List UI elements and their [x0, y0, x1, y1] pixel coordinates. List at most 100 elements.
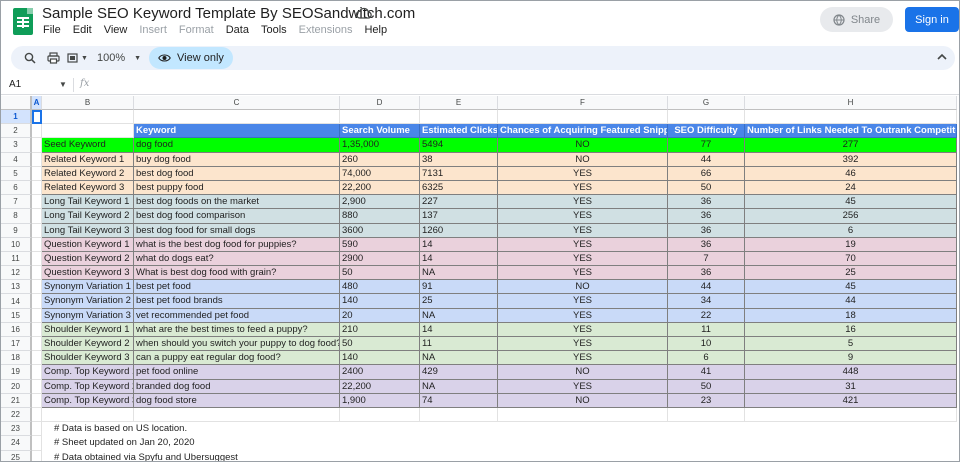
data-cell[interactable]: what are the best times to feed a puppy? [134, 322, 340, 337]
data-cell[interactable]: 7 [668, 251, 745, 267]
data-cell[interactable]: buy dog food [134, 152, 340, 167]
row-header[interactable]: 22 [1, 407, 32, 423]
search-menus-button[interactable] [24, 50, 36, 66]
data-cell[interactable]: 590 [340, 237, 420, 252]
data-cell[interactable]: 20 [340, 308, 420, 323]
data-cell[interactable]: YES [498, 351, 668, 366]
row-header[interactable]: 19 [1, 365, 32, 380]
cell-a[interactable] [32, 365, 42, 380]
data-cell[interactable]: best pet food brands [134, 294, 340, 309]
data-cell[interactable]: 41 [668, 365, 745, 380]
data-cell[interactable]: 50 [668, 379, 745, 394]
empty-cell[interactable] [668, 110, 745, 125]
cell-a[interactable] [32, 450, 42, 461]
data-cell[interactable]: 448 [745, 365, 957, 380]
row-header[interactable]: 17 [1, 337, 32, 352]
data-cell[interactable]: 22 [668, 308, 745, 323]
cell-a[interactable] [32, 308, 42, 323]
data-cell[interactable]: 2400 [340, 365, 420, 380]
data-cell[interactable]: 392 [745, 152, 957, 167]
row-header[interactable]: 1 [1, 110, 32, 125]
data-cell[interactable]: 421 [745, 393, 957, 408]
column-header-h[interactable]: H [745, 96, 957, 110]
data-cell[interactable]: 3600 [340, 223, 420, 238]
collapse-menus-icon[interactable] [936, 51, 948, 63]
data-cell[interactable]: 7131 [420, 166, 498, 181]
empty-cell[interactable] [340, 110, 420, 125]
data-cell[interactable]: Question Keyword 3 [42, 266, 134, 281]
row-header[interactable]: 9 [1, 223, 32, 238]
data-cell[interactable]: 45 [745, 280, 957, 295]
row-header[interactable]: 14 [1, 294, 32, 309]
data-cell[interactable]: best puppy food [134, 180, 340, 196]
data-cell[interactable]: 22,200 [340, 180, 420, 196]
data-cell[interactable]: 50 [340, 266, 420, 281]
data-cell[interactable]: best dog food for small dogs [134, 223, 340, 238]
empty-cell[interactable] [134, 407, 340, 423]
empty-cell[interactable] [498, 407, 668, 423]
data-cell[interactable]: 5 [745, 337, 957, 352]
data-cell[interactable]: YES [498, 308, 668, 323]
data-cell[interactable]: 6325 [420, 180, 498, 196]
data-cell[interactable]: Long Tail Keyword 3 [42, 223, 134, 238]
data-cell[interactable]: Related Keyword 1 [42, 152, 134, 167]
data-cell[interactable]: 36 [668, 195, 745, 210]
data-cell[interactable]: 14 [420, 322, 498, 337]
data-cell[interactable]: NO [498, 365, 668, 380]
data-cell[interactable]: 45 [745, 195, 957, 210]
data-cell[interactable]: 24 [745, 180, 957, 196]
data-cell[interactable]: when should you switch your puppy to dog… [134, 337, 340, 352]
data-cell[interactable]: 44 [668, 152, 745, 167]
data-cell[interactable]: 2900 [340, 251, 420, 267]
empty-cell[interactable] [420, 407, 498, 423]
data-cell[interactable]: NA [420, 379, 498, 394]
cell-a[interactable] [32, 223, 42, 238]
data-cell[interactable]: Related Keyword 3 [42, 180, 134, 196]
data-cell[interactable]: branded dog food [134, 379, 340, 394]
data-cell[interactable]: 50 [668, 180, 745, 196]
data-cell[interactable]: 260 [340, 152, 420, 167]
data-cell[interactable]: 11 [420, 337, 498, 352]
row-header[interactable]: 20 [1, 379, 32, 394]
data-cell[interactable]: best dog foods on the market [134, 195, 340, 210]
row-header[interactable]: 5 [1, 166, 32, 181]
row-header[interactable]: 8 [1, 209, 32, 224]
data-cell[interactable]: YES [498, 337, 668, 352]
name-box[interactable]: A1 [9, 79, 21, 90]
data-cell[interactable]: 210 [340, 322, 420, 337]
data-cell[interactable]: 256 [745, 209, 957, 224]
data-cell[interactable]: 227 [420, 195, 498, 210]
cell-a[interactable] [32, 393, 42, 408]
sign-in-button[interactable]: Sign in [905, 7, 959, 32]
column-title[interactable]: Search Volume [340, 124, 420, 139]
menu-item-help[interactable]: Help [364, 24, 387, 36]
data-cell[interactable]: Synonym Variation 1 [42, 280, 134, 295]
data-cell[interactable]: 18 [745, 308, 957, 323]
empty-cell[interactable] [42, 407, 134, 423]
data-cell[interactable]: 36 [668, 266, 745, 281]
cell-a[interactable] [32, 422, 42, 437]
data-cell[interactable]: YES [498, 237, 668, 252]
cell-a[interactable] [32, 322, 42, 337]
data-cell[interactable]: 38 [420, 152, 498, 167]
data-cell[interactable]: 14 [420, 251, 498, 267]
data-cell[interactable]: Comp. Top Keyword 1 [42, 365, 134, 380]
data-cell[interactable]: NO [498, 280, 668, 295]
cell-a[interactable] [32, 337, 42, 352]
data-cell[interactable]: can a puppy eat regular dog food? [134, 351, 340, 366]
cell-a[interactable] [32, 379, 42, 394]
row-header[interactable]: 4 [1, 152, 32, 167]
data-cell[interactable]: What is best dog food with grain? [134, 266, 340, 281]
column-title[interactable]: Estimated Clicks [420, 124, 498, 139]
cell-a[interactable] [32, 195, 42, 210]
data-cell[interactable]: YES [498, 251, 668, 267]
row-header[interactable]: 21 [1, 393, 32, 408]
column-header-g[interactable]: G [668, 96, 745, 110]
cell-a[interactable] [32, 294, 42, 309]
data-cell[interactable]: Long Tail Keyword 1 [42, 195, 134, 210]
column-header-c[interactable]: C [134, 96, 340, 110]
row-header[interactable]: 15 [1, 308, 32, 323]
column-header-f[interactable]: F [498, 96, 668, 110]
data-cell[interactable]: NO [498, 138, 668, 153]
data-cell[interactable]: Question Keyword 1 [42, 237, 134, 252]
